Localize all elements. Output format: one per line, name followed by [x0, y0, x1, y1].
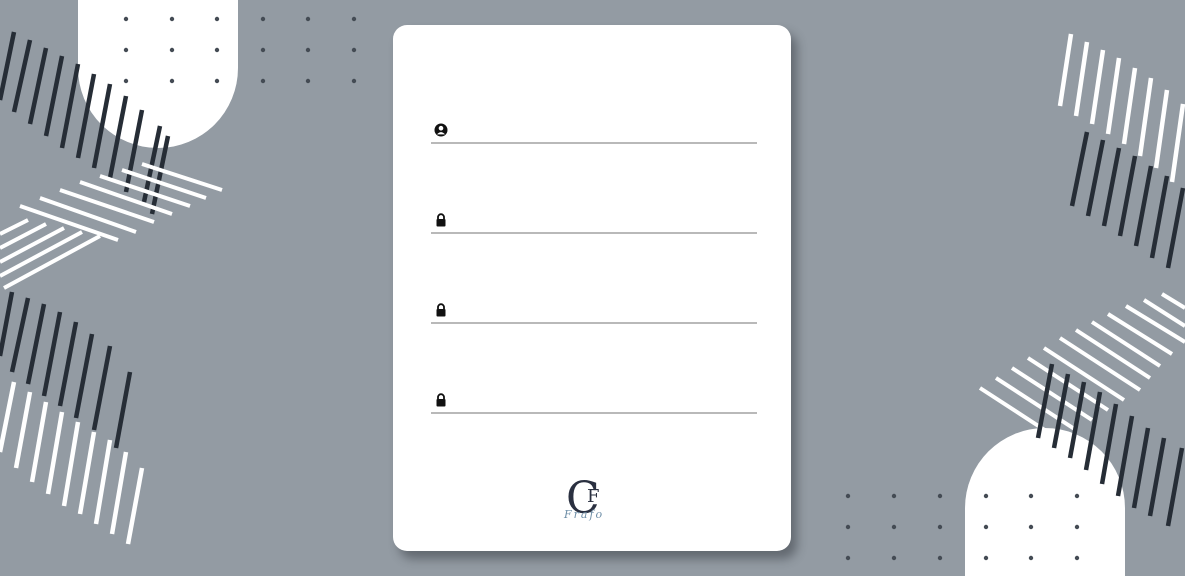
username-field: [431, 120, 757, 144]
logo-initial-f: F: [587, 486, 600, 507]
user-circle-icon: [434, 123, 448, 137]
lock-icon: [436, 213, 446, 227]
brand-logo: C F Frafo: [562, 477, 626, 527]
logo-script-text: Frafo: [564, 508, 605, 521]
lock-icon: [436, 303, 446, 317]
confirm-password-field: [431, 390, 757, 414]
lock-icon: [436, 393, 446, 407]
new-password-input[interactable]: [454, 300, 757, 322]
new-password-field: [431, 300, 757, 324]
password-input[interactable]: [454, 210, 757, 232]
confirm-password-input[interactable]: [454, 390, 757, 412]
username-input[interactable]: [454, 120, 757, 142]
password-field: [431, 210, 757, 234]
